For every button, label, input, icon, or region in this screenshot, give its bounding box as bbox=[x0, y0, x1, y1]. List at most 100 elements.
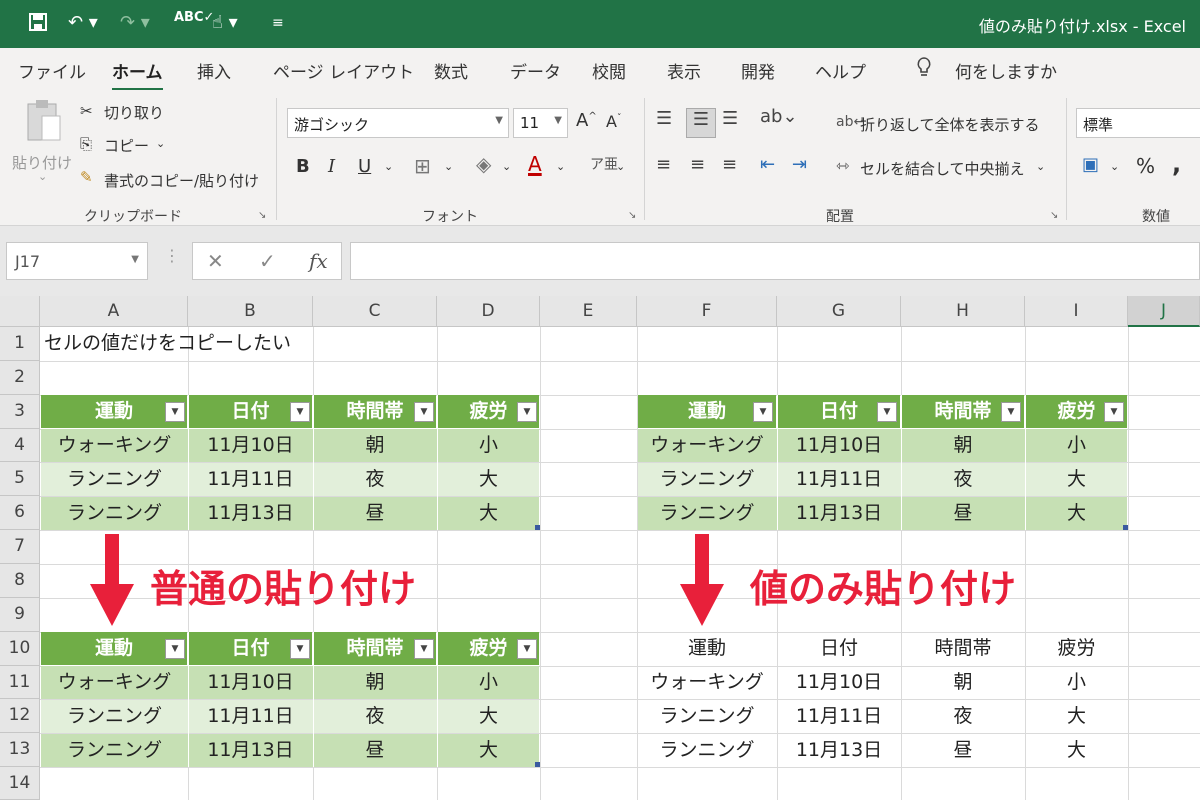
values-cell[interactable]: 11月13日 bbox=[777, 734, 901, 767]
table-cell[interactable]: 11月11日 bbox=[777, 463, 901, 496]
spreadsheet-grid[interactable]: A B C D E F G H I J 1 2 3 4 5 6 7 8 9 10… bbox=[0, 296, 1200, 800]
tab-developer[interactable]: 開発 bbox=[741, 58, 775, 83]
save-icon[interactable] bbox=[28, 12, 48, 37]
tab-help[interactable]: ヘルプ bbox=[815, 58, 866, 83]
tab-view[interactable]: 表示 bbox=[667, 58, 701, 83]
row-header[interactable]: 1 bbox=[0, 327, 40, 361]
table-cell[interactable]: 大 bbox=[437, 734, 540, 767]
italic-button[interactable]: I bbox=[328, 156, 335, 177]
table-cell[interactable]: ウォーキング bbox=[41, 666, 188, 699]
row-header[interactable]: 13 bbox=[0, 733, 40, 767]
column-header-c[interactable]: C bbox=[313, 296, 437, 327]
select-all-corner[interactable] bbox=[0, 296, 40, 327]
middle-align-icon[interactable]: ☰ bbox=[686, 108, 716, 138]
tab-formulas[interactable]: 数式 bbox=[434, 58, 468, 83]
table-cell[interactable]: ランニング bbox=[41, 497, 188, 530]
column-header-g[interactable]: G bbox=[777, 296, 901, 327]
row-header[interactable]: 4 bbox=[0, 429, 40, 462]
orientation-icon[interactable]: ab⌄ bbox=[760, 106, 798, 127]
decrease-indent-icon[interactable]: ⇤ bbox=[760, 154, 775, 175]
more-options-icon[interactable]: ⋮ bbox=[164, 246, 180, 265]
align-right-icon[interactable]: ≡ bbox=[722, 154, 737, 175]
table-cell[interactable]: 小 bbox=[437, 429, 540, 462]
filter-dropdown-button[interactable]: ▼ bbox=[877, 402, 897, 422]
row-header[interactable]: 5 bbox=[0, 462, 40, 496]
phonetic-dropdown-icon[interactable]: ⌄ bbox=[616, 160, 625, 173]
accounting-dropdown-icon[interactable]: ⌄ bbox=[1110, 160, 1119, 173]
table-cell[interactable]: 11月11日 bbox=[188, 700, 313, 733]
table-cell[interactable]: 昼 bbox=[313, 497, 437, 530]
table-cell[interactable]: 小 bbox=[1025, 429, 1128, 462]
column-header-a[interactable]: A bbox=[40, 296, 188, 327]
row-header[interactable]: 11 bbox=[0, 666, 40, 699]
values-cell[interactable]: 11月11日 bbox=[777, 700, 901, 733]
values-cell[interactable]: 朝 bbox=[901, 666, 1025, 699]
values-cell[interactable]: 夜 bbox=[901, 700, 1025, 733]
filter-dropdown-button[interactable]: ▼ bbox=[414, 402, 434, 422]
filter-dropdown-button[interactable]: ▼ bbox=[1104, 402, 1124, 422]
top-align-icon[interactable]: ☰ bbox=[656, 108, 672, 129]
table-cell[interactable]: 11月10日 bbox=[777, 429, 901, 462]
table-cell[interactable]: 夜 bbox=[313, 463, 437, 496]
table-cell[interactable]: ランニング bbox=[41, 734, 188, 767]
row-header[interactable]: 9 bbox=[0, 598, 40, 632]
merge-center-button[interactable]: セルを結合して中央揃え bbox=[860, 158, 1025, 179]
table-cell[interactable]: 朝 bbox=[901, 429, 1025, 462]
font-size-combo[interactable]: 11 ▼ bbox=[513, 108, 568, 138]
table-cell[interactable]: ランニング bbox=[41, 463, 188, 496]
filter-dropdown-button[interactable]: ▼ bbox=[517, 639, 537, 659]
redo-icon[interactable]: ↷ ▾ bbox=[120, 12, 150, 33]
table-cell[interactable]: 大 bbox=[437, 463, 540, 496]
table-cell[interactable]: 11月11日 bbox=[188, 463, 313, 496]
row-header[interactable]: 12 bbox=[0, 699, 40, 733]
table-cell[interactable]: 11月10日 bbox=[188, 429, 313, 462]
table-cell[interactable]: 昼 bbox=[313, 734, 437, 767]
tell-me-search[interactable]: 何をしますか bbox=[955, 58, 1057, 83]
values-cell[interactable]: 昼 bbox=[901, 734, 1025, 767]
table-cell[interactable]: ランニング bbox=[637, 497, 777, 530]
tab-home[interactable]: ホーム bbox=[112, 58, 163, 91]
alignment-launcher-icon[interactable]: ↘ bbox=[1050, 210, 1058, 221]
bottom-align-icon[interactable]: ☰ bbox=[722, 108, 738, 129]
touch-mode-icon[interactable]: ☝ ▾ bbox=[212, 12, 238, 33]
bold-button[interactable]: B bbox=[296, 156, 310, 177]
wrap-text-button[interactable]: 折り返して全体を表示する bbox=[860, 114, 1040, 135]
tab-review[interactable]: 校閲 bbox=[592, 58, 626, 83]
filter-dropdown-button[interactable]: ▼ bbox=[165, 402, 185, 422]
column-header-f[interactable]: F bbox=[637, 296, 777, 327]
table-cell[interactable]: 夜 bbox=[313, 700, 437, 733]
row-header[interactable]: 8 bbox=[0, 564, 40, 598]
table-cell[interactable]: 朝 bbox=[313, 666, 437, 699]
column-header-h[interactable]: H bbox=[901, 296, 1025, 327]
enter-icon[interactable]: ✓ bbox=[259, 249, 276, 273]
table-cell[interactable]: 11月13日 bbox=[188, 734, 313, 767]
clipboard-launcher-icon[interactable]: ↘ bbox=[258, 210, 266, 221]
column-header-j[interactable]: J bbox=[1128, 296, 1200, 327]
table-cell[interactable]: 夜 bbox=[901, 463, 1025, 496]
table-cell[interactable]: 大 bbox=[1025, 497, 1128, 530]
tab-insert[interactable]: 挿入 bbox=[197, 58, 231, 83]
tab-file[interactable]: ファイル bbox=[18, 58, 86, 83]
row-header[interactable]: 3 bbox=[0, 395, 40, 429]
tab-page-layout[interactable]: ページ レイアウト bbox=[273, 58, 414, 83]
values-cell[interactable]: 11月10日 bbox=[777, 666, 901, 699]
undo-icon[interactable]: ↶ ▾ bbox=[68, 12, 98, 33]
accounting-format-icon[interactable]: ▣ bbox=[1082, 154, 1099, 175]
table-cell[interactable]: 小 bbox=[437, 666, 540, 699]
copy-button[interactable]: コピー bbox=[104, 135, 149, 156]
values-header-cell[interactable]: 日付 bbox=[777, 632, 901, 665]
fill-color-icon[interactable]: ◈ bbox=[476, 152, 491, 176]
spelling-check-icon[interactable]: ABC✓ bbox=[174, 10, 214, 25]
column-header-i[interactable]: I bbox=[1025, 296, 1128, 327]
values-cell[interactable]: ランニング bbox=[637, 734, 777, 767]
table-cell[interactable]: ウォーキング bbox=[41, 429, 188, 462]
column-header-d[interactable]: D bbox=[437, 296, 540, 327]
cancel-icon[interactable]: ✕ bbox=[207, 249, 224, 273]
font-color-icon[interactable]: A bbox=[528, 152, 542, 176]
row-header[interactable]: 14 bbox=[0, 767, 40, 800]
table-cell[interactable]: 11月10日 bbox=[188, 666, 313, 699]
table-cell[interactable]: 朝 bbox=[313, 429, 437, 462]
values-header-cell[interactable]: 時間帯 bbox=[901, 632, 1025, 665]
table-cell[interactable]: 11月13日 bbox=[777, 497, 901, 530]
grow-font-icon[interactable]: A^ bbox=[576, 110, 597, 131]
